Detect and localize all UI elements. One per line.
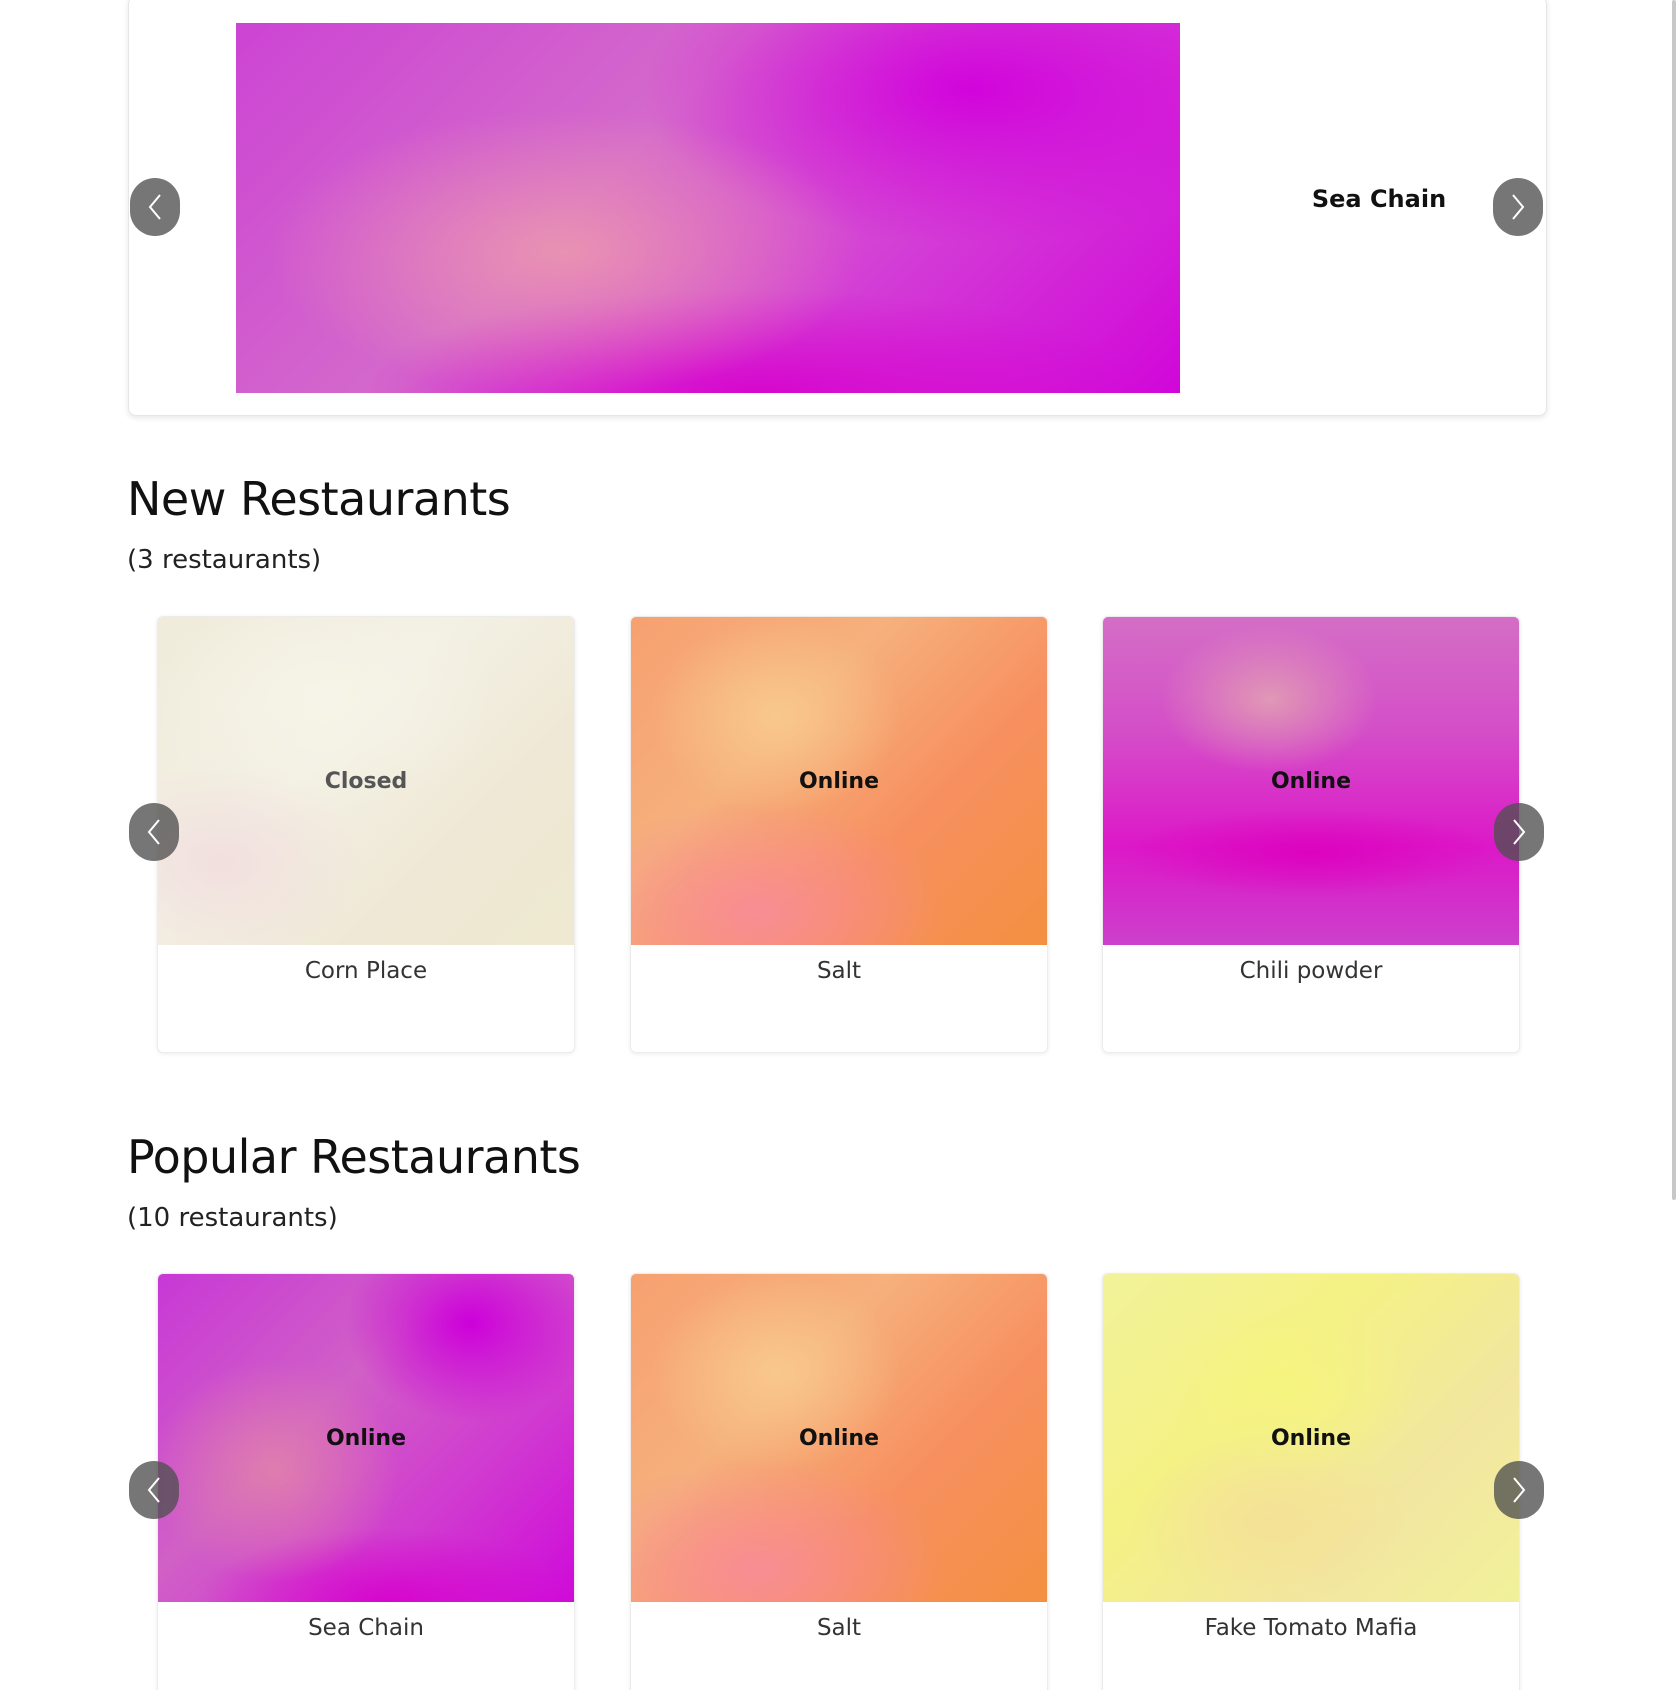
status-badge: Closed — [324, 768, 408, 794]
popular-restaurants-count: (10 restaurants) — [127, 1203, 338, 1233]
hero-next-button[interactable] — [1493, 178, 1543, 236]
restaurant-image[interactable]: Online — [631, 617, 1047, 945]
popular-next-button[interactable] — [1494, 1461, 1544, 1519]
restaurant-name[interactable]: Fake Tomato Mafia — [1103, 1615, 1519, 1641]
page: Sea Chain New Restaurants (3 restaurants… — [0, 0, 1678, 1690]
restaurant-card[interactable]: Closed Corn Place — [157, 616, 575, 1053]
restaurant-name[interactable]: Corn Place — [158, 958, 574, 984]
chevron-right-icon — [1512, 194, 1525, 220]
scrollbar-thumb[interactable] — [1672, 0, 1676, 1200]
restaurant-name[interactable]: Sea Chain — [158, 1615, 574, 1641]
restaurant-card[interactable]: Online Chili powder — [1102, 616, 1520, 1053]
new-prev-button[interactable] — [129, 803, 179, 861]
restaurant-name[interactable]: Salt — [631, 958, 1047, 984]
restaurant-card[interactable]: Online Salt — [630, 616, 1048, 1053]
new-next-button[interactable] — [1494, 803, 1544, 861]
chevron-left-icon — [148, 194, 161, 220]
chevron-left-icon — [147, 1477, 160, 1503]
new-restaurants-title: New Restaurants — [127, 472, 511, 526]
new-restaurants-count: (3 restaurants) — [127, 545, 322, 575]
status-badge: Online — [798, 1425, 880, 1451]
hero-carousel: Sea Chain — [128, 0, 1547, 416]
chevron-right-icon — [1513, 819, 1526, 845]
chevron-right-icon — [1513, 1477, 1526, 1503]
restaurant-card[interactable]: Online Fake Tomato Mafia — [1102, 1273, 1520, 1690]
restaurant-image[interactable]: Online — [1103, 1274, 1519, 1602]
hero-prev-button[interactable] — [130, 178, 180, 236]
restaurant-card[interactable]: Online Sea Chain — [157, 1273, 575, 1690]
restaurant-name[interactable]: Chili powder — [1103, 958, 1519, 984]
restaurant-image[interactable]: Online — [1103, 617, 1519, 945]
restaurant-image[interactable]: Closed — [158, 617, 574, 945]
restaurant-image[interactable]: Online — [158, 1274, 574, 1602]
popular-restaurants-title: Popular Restaurants — [127, 1130, 581, 1184]
status-badge: Online — [325, 1425, 407, 1451]
status-badge: Online — [798, 768, 880, 794]
restaurant-card[interactable]: Online Salt — [630, 1273, 1048, 1690]
chevron-left-icon — [147, 819, 160, 845]
hero-image[interactable] — [236, 23, 1180, 393]
restaurant-image[interactable]: Online — [631, 1274, 1047, 1602]
restaurant-name[interactable]: Salt — [631, 1615, 1047, 1641]
status-badge: Online — [1270, 768, 1352, 794]
popular-prev-button[interactable] — [129, 1461, 179, 1519]
hero-restaurant-name[interactable]: Sea Chain — [1279, 185, 1479, 213]
status-badge: Online — [1270, 1425, 1352, 1451]
